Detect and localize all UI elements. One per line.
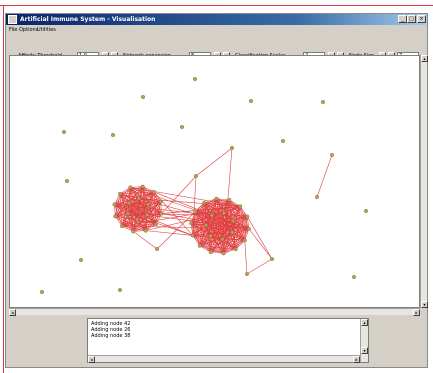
maximize-icon[interactable]: □ xyxy=(407,15,416,23)
network-node[interactable] xyxy=(248,99,253,104)
network-canvas[interactable] xyxy=(9,55,420,308)
network-node[interactable] xyxy=(112,202,117,207)
network-node[interactable] xyxy=(352,274,357,279)
menu-options[interactable]: Options xyxy=(19,26,38,34)
network-node[interactable] xyxy=(110,132,115,137)
arrow-left-icon[interactable]: ◂ xyxy=(9,309,16,316)
title-bar[interactable]: Artificial Immune System - Visualisation… xyxy=(6,14,427,25)
network-node[interactable] xyxy=(140,95,145,100)
network-node[interactable] xyxy=(242,238,247,243)
network-node[interactable] xyxy=(126,201,131,206)
network-node[interactable] xyxy=(229,145,234,150)
network-node[interactable] xyxy=(246,226,251,231)
network-node[interactable] xyxy=(190,233,195,238)
red-border-left xyxy=(3,5,4,373)
canvas-vertical-scrollbar[interactable]: ▴ ▾ xyxy=(420,55,428,308)
red-border-top xyxy=(0,5,433,6)
canvas-horizontal-scrollbar[interactable]: ◂ ▸ xyxy=(9,308,420,316)
network-edge xyxy=(246,258,273,275)
network-node[interactable] xyxy=(131,229,136,234)
network-node[interactable] xyxy=(233,247,238,252)
menu-bar: File Options Utilities xyxy=(6,25,427,35)
menu-utilities[interactable]: Utilities xyxy=(37,26,56,34)
arrow-down-icon[interactable]: ▾ xyxy=(361,347,368,354)
network-graph xyxy=(40,77,369,294)
network-node[interactable] xyxy=(270,256,275,261)
network-node[interactable] xyxy=(321,100,326,105)
arrow-right-icon[interactable]: ▸ xyxy=(353,356,360,363)
network-node[interactable] xyxy=(62,129,67,134)
network-node[interactable] xyxy=(128,185,133,190)
network-node[interactable] xyxy=(197,243,202,248)
network-node[interactable] xyxy=(158,199,163,204)
window-icon[interactable] xyxy=(8,15,17,24)
network-node[interactable] xyxy=(227,197,232,202)
network-node[interactable] xyxy=(143,228,148,233)
network-node[interactable] xyxy=(120,224,125,229)
network-node[interactable] xyxy=(151,189,156,194)
network-edge xyxy=(248,228,273,260)
network-node[interactable] xyxy=(238,204,243,209)
network-node[interactable] xyxy=(208,233,213,238)
arrow-left-icon[interactable]: ◂ xyxy=(88,356,95,363)
network-node[interactable] xyxy=(214,196,219,201)
network-node[interactable] xyxy=(118,191,123,196)
network-node[interactable] xyxy=(189,221,194,226)
log-line: Adding node 38 xyxy=(91,333,131,339)
network-node[interactable] xyxy=(135,217,140,222)
network-edge xyxy=(244,240,248,275)
network-node[interactable] xyxy=(364,208,369,213)
network-edge xyxy=(195,147,233,177)
network-node[interactable] xyxy=(193,209,198,214)
network-node[interactable] xyxy=(159,211,164,216)
network-node[interactable] xyxy=(126,211,131,216)
network-edge xyxy=(316,154,333,198)
network-node[interactable] xyxy=(136,196,141,201)
close-icon[interactable]: × xyxy=(417,15,426,23)
nodes xyxy=(40,77,369,294)
network-node[interactable] xyxy=(192,77,197,82)
network-node[interactable] xyxy=(145,202,150,207)
network-node[interactable] xyxy=(193,173,198,178)
network-node[interactable] xyxy=(220,237,225,242)
network-node[interactable] xyxy=(244,271,249,276)
network-node[interactable] xyxy=(315,194,320,199)
network-node[interactable] xyxy=(117,287,122,292)
page: Artificial Immune System - Visualisation… xyxy=(0,0,433,373)
network-node[interactable] xyxy=(154,246,159,251)
network-node[interactable] xyxy=(230,218,235,223)
network-edge xyxy=(161,175,197,214)
log-vertical-scrollbar[interactable]: ▴ ▾ xyxy=(360,319,368,362)
arrow-up-icon[interactable]: ▴ xyxy=(361,319,368,326)
network-node[interactable] xyxy=(145,212,150,217)
network-node[interactable] xyxy=(245,214,250,219)
network-node[interactable] xyxy=(230,230,235,235)
window-title: Artificial Immune System - Visualisation xyxy=(20,16,156,23)
network-edge xyxy=(133,231,158,250)
network-node[interactable] xyxy=(209,213,214,218)
network-node[interactable] xyxy=(221,251,226,256)
network-node[interactable] xyxy=(153,222,158,227)
log-horizontal-scrollbar[interactable]: ◂ ▸ xyxy=(88,355,360,363)
network-node[interactable] xyxy=(140,184,145,189)
network-node[interactable] xyxy=(40,289,45,294)
network-node[interactable] xyxy=(330,152,335,157)
network-node[interactable] xyxy=(281,138,286,143)
network-node[interactable] xyxy=(202,200,207,205)
network-node[interactable] xyxy=(113,214,118,219)
network-node[interactable] xyxy=(65,178,70,183)
arrow-right-icon[interactable]: ▸ xyxy=(413,309,420,316)
network-node[interactable] xyxy=(179,124,184,129)
arrow-up-icon[interactable]: ▴ xyxy=(421,55,428,62)
menu-file[interactable]: File xyxy=(9,26,17,34)
network-node[interactable] xyxy=(204,223,209,228)
arrow-down-icon[interactable]: ▾ xyxy=(421,301,428,308)
network-node[interactable] xyxy=(78,257,83,262)
minimize-icon[interactable]: _ xyxy=(398,15,407,23)
network-node[interactable] xyxy=(208,250,213,255)
log-panel[interactable]: Adding node 42 Adding node 26 Adding nod… xyxy=(87,318,369,363)
network-node[interactable] xyxy=(221,211,226,216)
network-edge xyxy=(246,216,273,260)
